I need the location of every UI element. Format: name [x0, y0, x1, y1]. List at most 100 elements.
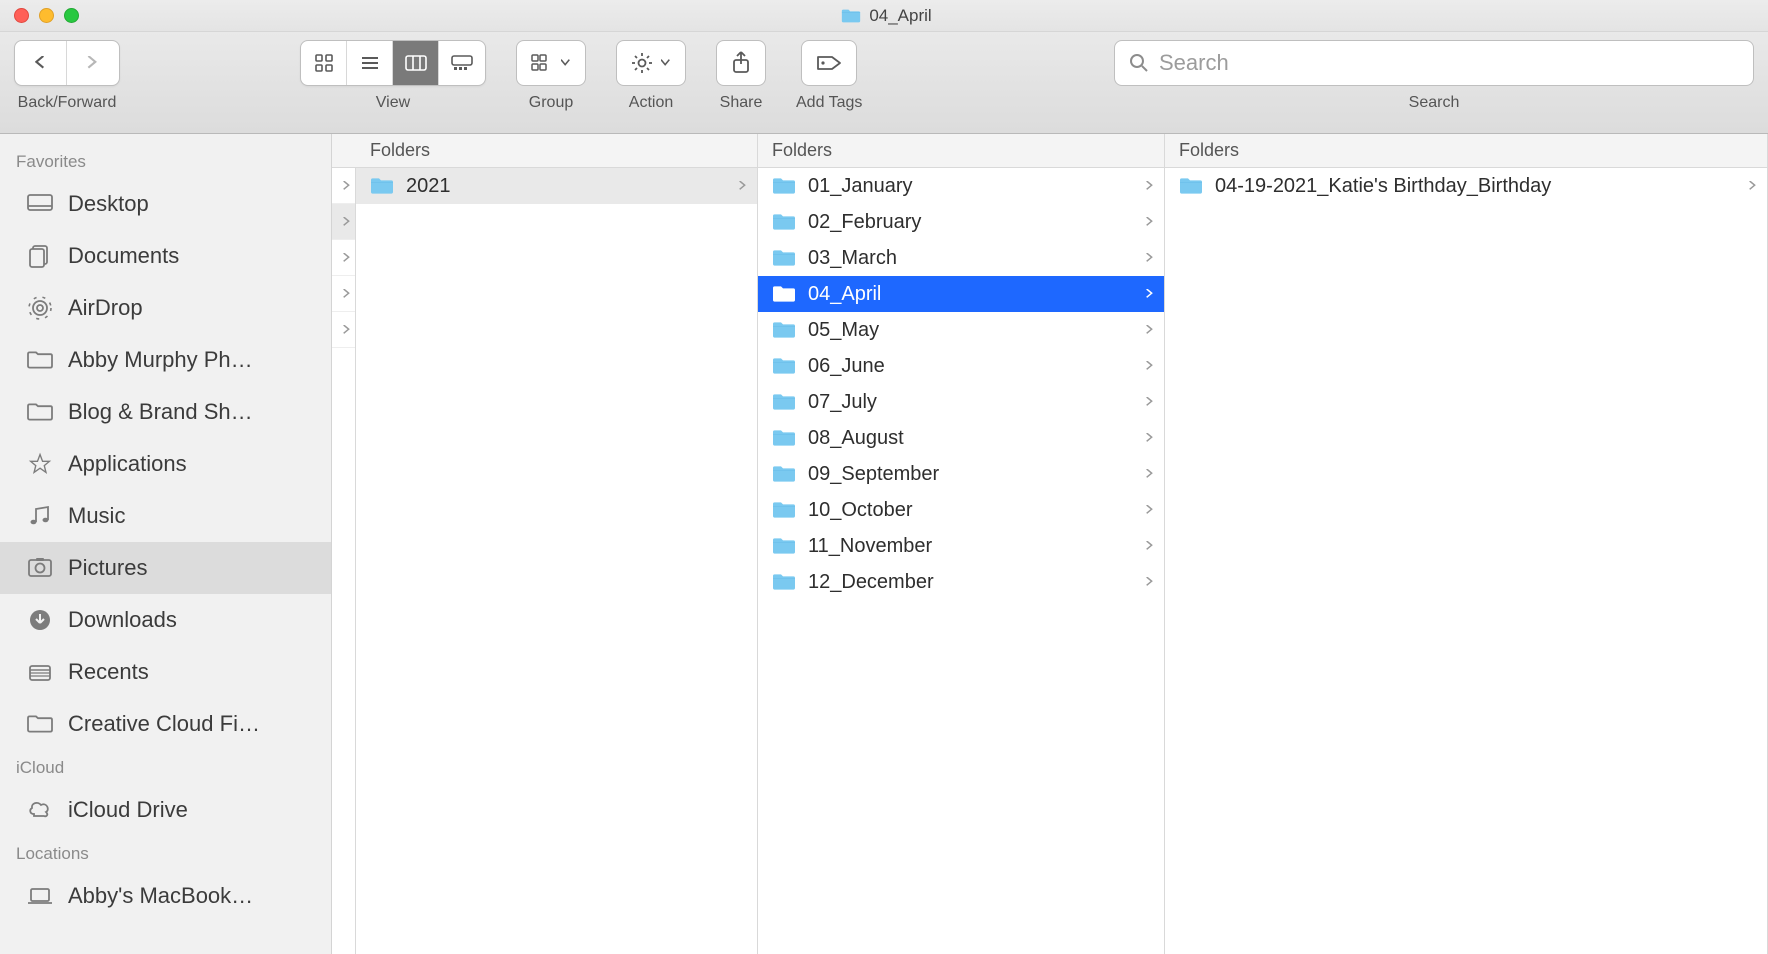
- folder-name: 12_December: [808, 571, 1134, 594]
- folder-name: 05_May: [808, 319, 1134, 342]
- folder-row[interactable]: 07_July: [758, 384, 1164, 420]
- search-group: Search: [1114, 40, 1754, 112]
- sidebar-item[interactable]: Applications: [0, 438, 331, 490]
- sidebar-item[interactable]: Creative Cloud Fi…: [0, 698, 331, 750]
- column-header[interactable]: Folders: [758, 134, 1164, 168]
- column-header[interactable]: Folders: [1165, 134, 1767, 168]
- chevron-right-icon: [1146, 541, 1154, 551]
- sidebar-item[interactable]: Pictures: [0, 542, 331, 594]
- list-view-button[interactable]: [347, 41, 393, 85]
- forward-button[interactable]: [67, 41, 119, 85]
- sidebar-item[interactable]: Abby Murphy Ph…: [0, 334, 331, 386]
- folder-name: 08_August: [808, 427, 1134, 450]
- folder-row[interactable]: 04_April: [758, 276, 1164, 312]
- sidebar-item-label: Creative Cloud Fi…: [68, 711, 260, 737]
- folder-row[interactable]: 06_June: [758, 348, 1164, 384]
- pictures-icon: [26, 556, 54, 580]
- folder-icon: [841, 8, 861, 24]
- column-view-button[interactable]: [393, 41, 439, 85]
- folder-row[interactable]: 02_February: [758, 204, 1164, 240]
- folder-name: 02_February: [808, 211, 1134, 234]
- recents-icon: [26, 660, 54, 684]
- column-stub-row[interactable]: [332, 204, 355, 240]
- folder-row[interactable]: 05_May: [758, 312, 1164, 348]
- chevron-right-icon: [739, 181, 747, 191]
- folder-icon: [772, 213, 796, 231]
- sidebar-item[interactable]: Recents: [0, 646, 331, 698]
- chevron-right-icon: [1146, 361, 1154, 371]
- back-button[interactable]: [15, 41, 67, 85]
- folder-name: 09_September: [808, 463, 1134, 486]
- share-icon: [731, 51, 751, 75]
- column-stub-row[interactable]: [332, 240, 355, 276]
- zoom-button[interactable]: [64, 8, 79, 23]
- column-stub-row[interactable]: [332, 276, 355, 312]
- sidebar-item-label: Documents: [68, 243, 179, 269]
- column-1: Folders 2021: [356, 134, 758, 954]
- sidebar-item[interactable]: Music: [0, 490, 331, 542]
- column-stub-row[interactable]: [332, 312, 355, 348]
- tags-label: Add Tags: [796, 94, 862, 112]
- folder-name: 10_October: [808, 499, 1134, 522]
- sidebar-item[interactable]: AirDrop: [0, 282, 331, 334]
- chevron-right-icon: [1146, 181, 1154, 191]
- applications-icon: [26, 452, 54, 476]
- window-title: 04_April: [79, 6, 1694, 26]
- sidebar-item[interactable]: Downloads: [0, 594, 331, 646]
- folder-icon: [26, 348, 54, 372]
- sidebar-item[interactable]: Abby's MacBook…: [0, 870, 331, 922]
- laptop-icon: [26, 884, 54, 908]
- folder-icon: [370, 177, 394, 195]
- action-label: Action: [629, 94, 673, 112]
- view-label: View: [376, 94, 410, 112]
- tags-button[interactable]: [801, 40, 857, 86]
- folder-icon: [772, 321, 796, 339]
- sidebar-item[interactable]: Desktop: [0, 178, 331, 230]
- folder-name: 01_January: [808, 175, 1134, 198]
- sidebar-item[interactable]: Documents: [0, 230, 331, 282]
- folder-name: 11_November: [808, 535, 1134, 558]
- window-title-text: 04_April: [869, 6, 931, 26]
- sidebar-item-label: Abby Murphy Ph…: [68, 347, 253, 373]
- folder-icon: [772, 573, 796, 591]
- folder-row[interactable]: 01_January: [758, 168, 1164, 204]
- folder-icon: [772, 429, 796, 447]
- sidebar-item[interactable]: iCloud Drive: [0, 784, 331, 836]
- search-field[interactable]: [1114, 40, 1754, 86]
- gallery-view-button[interactable]: [439, 41, 485, 85]
- chevron-right-icon: [1146, 289, 1154, 299]
- folder-row[interactable]: 08_August: [758, 420, 1164, 456]
- action-group: Action: [616, 40, 686, 112]
- group-icon: [531, 53, 553, 73]
- folder-row[interactable]: 12_December: [758, 564, 1164, 600]
- share-group: Share: [716, 40, 766, 112]
- search-input[interactable]: [1159, 50, 1739, 76]
- sidebar-item-label: Blog & Brand Sh…: [68, 399, 253, 425]
- folder-row[interactable]: 10_October: [758, 492, 1164, 528]
- sidebar-item-label: Pictures: [68, 555, 147, 581]
- chevron-right-icon: [1146, 577, 1154, 587]
- toolbar: Back/Forward View: [0, 32, 1768, 134]
- sidebar-item[interactable]: Blog & Brand Sh…: [0, 386, 331, 438]
- column-header[interactable]: Folders: [356, 134, 757, 168]
- sidebar-section-header: iCloud: [0, 750, 331, 784]
- group-button[interactable]: [516, 40, 586, 86]
- icon-view-button[interactable]: [301, 41, 347, 85]
- folder-row[interactable]: 11_November: [758, 528, 1164, 564]
- chevron-right-icon: [1146, 325, 1154, 335]
- folder-row[interactable]: 09_September: [758, 456, 1164, 492]
- grid-icon: [314, 53, 334, 73]
- column-stub-row[interactable]: [332, 168, 355, 204]
- chevron-right-icon: [1146, 397, 1154, 407]
- folder-icon: [1179, 177, 1203, 195]
- minimize-button[interactable]: [39, 8, 54, 23]
- chevron-right-icon: [1146, 505, 1154, 515]
- share-button[interactable]: [716, 40, 766, 86]
- folder-name: 07_July: [808, 391, 1134, 414]
- folder-row[interactable]: 2021: [356, 168, 757, 204]
- close-button[interactable]: [14, 8, 29, 23]
- folder-row[interactable]: 04-19-2021_Katie's Birthday_Birthday: [1165, 168, 1767, 204]
- folder-row[interactable]: 03_March: [758, 240, 1164, 276]
- action-button[interactable]: [616, 40, 686, 86]
- group-group: Group: [516, 40, 586, 112]
